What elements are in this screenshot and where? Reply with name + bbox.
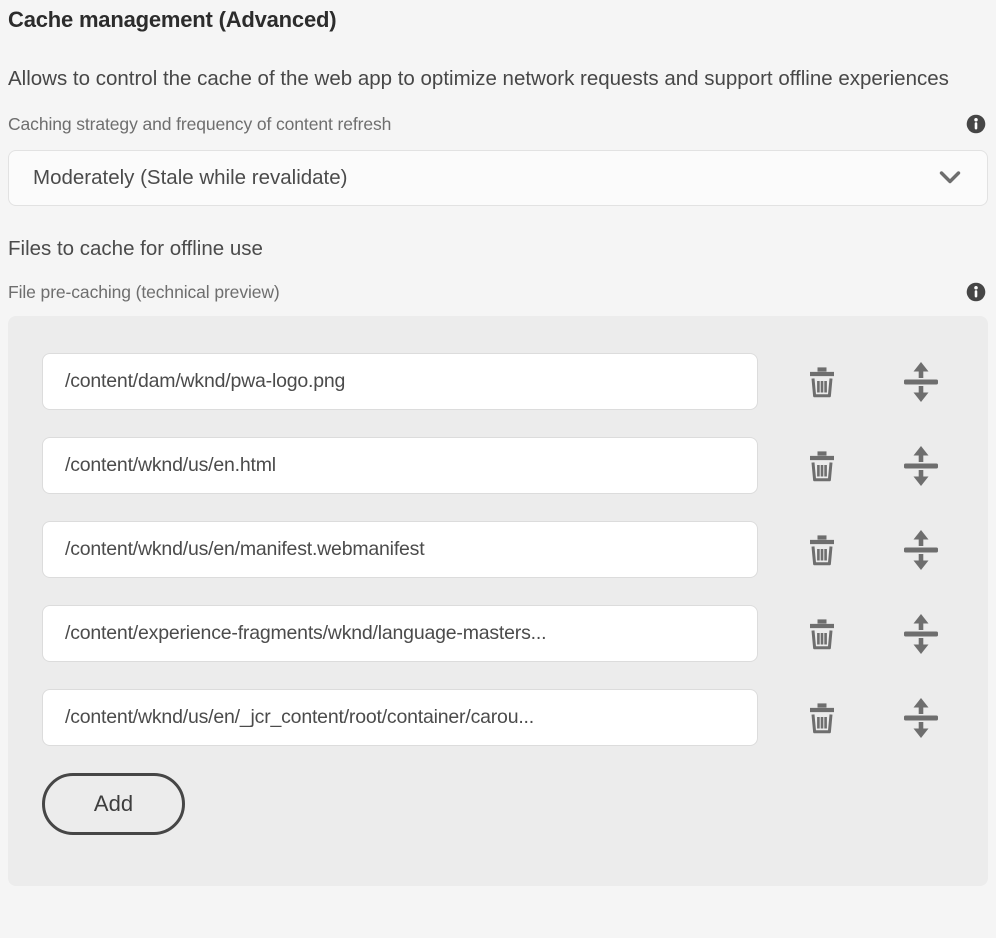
caching-strategy-label: Caching strategy and frequency of conten… — [8, 114, 391, 135]
file-row — [42, 353, 954, 410]
reorder-button[interactable] — [903, 611, 939, 657]
info-icon[interactable] — [964, 280, 988, 304]
trash-icon — [808, 365, 836, 398]
file-path-input[interactable] — [42, 521, 758, 578]
info-icon — [966, 282, 986, 302]
delete-button[interactable] — [804, 611, 840, 657]
add-button[interactable]: Add — [42, 773, 185, 835]
sort-reorder-icon — [904, 697, 938, 739]
file-precaching-label: File pre-caching (technical preview) — [8, 282, 280, 303]
caching-strategy-select[interactable]: Moderately (Stale while revalidate) — [8, 150, 988, 206]
file-row — [42, 605, 954, 662]
file-path-input[interactable] — [42, 353, 758, 410]
file-path-input[interactable] — [42, 437, 758, 494]
sort-reorder-icon — [904, 445, 938, 487]
reorder-button[interactable] — [903, 443, 939, 489]
file-row — [42, 521, 954, 578]
info-icon[interactable] — [964, 112, 988, 136]
page-description: Allows to control the cache of the web a… — [8, 58, 978, 100]
files-to-cache-heading: Files to cache for offline use — [8, 236, 988, 262]
file-precaching-panel: Add — [8, 316, 988, 886]
trash-icon — [808, 449, 836, 482]
precache-label-row: File pre-caching (technical preview) — [8, 280, 988, 304]
file-path-input[interactable] — [42, 605, 758, 662]
trash-icon — [808, 701, 836, 734]
add-row: Add — [42, 773, 954, 835]
reorder-button[interactable] — [903, 695, 939, 741]
reorder-button[interactable] — [903, 527, 939, 573]
cache-management-section: Cache management (Advanced) Allows to co… — [0, 0, 996, 886]
delete-button[interactable] — [804, 359, 840, 405]
reorder-button[interactable] — [903, 359, 939, 405]
file-row — [42, 689, 954, 746]
trash-icon — [808, 533, 836, 566]
sort-reorder-icon — [904, 529, 938, 571]
page-title: Cache management (Advanced) — [8, 6, 988, 34]
delete-button[interactable] — [804, 695, 840, 741]
sort-reorder-icon — [904, 613, 938, 655]
delete-button[interactable] — [804, 527, 840, 573]
file-row — [42, 437, 954, 494]
file-path-input[interactable] — [42, 689, 758, 746]
sort-reorder-icon — [904, 361, 938, 403]
trash-icon — [808, 617, 836, 650]
info-icon — [966, 114, 986, 134]
caching-strategy-label-row: Caching strategy and frequency of conten… — [8, 112, 988, 136]
chevron-down-icon — [939, 171, 961, 185]
delete-button[interactable] — [804, 443, 840, 489]
caching-strategy-selected-value: Moderately (Stale while revalidate) — [33, 166, 347, 190]
